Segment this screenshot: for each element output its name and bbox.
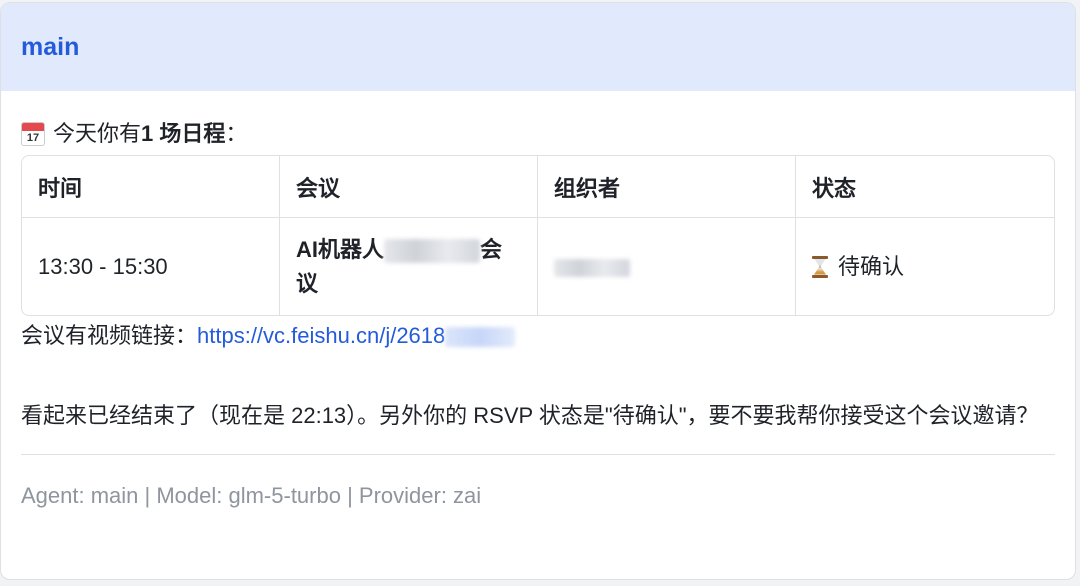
assistant-message: 看起来已经结束了（现在是 22:13）。另外你的 RSVP 状态是"待确认"，要… [21, 403, 1039, 428]
video-link[interactable]: https://vc.feishu.cn/j/2618 [197, 323, 445, 348]
redacted-link [445, 327, 516, 348]
table-row: 13:30 - 15:30 AI机器人会议 待确认 [22, 218, 1054, 315]
column-header-time: 时间 [22, 156, 280, 218]
cell-organizer [538, 218, 796, 315]
schedule-intro: 17 今天你有 1 场日程 ： [21, 119, 1055, 149]
card-title: main [21, 32, 80, 61]
schedule-table: 时间 会议 组织者 状态 13:30 - 15:30 AI机器人会议 待确认 [21, 155, 1055, 316]
table-header-row: 时间 会议 组织者 状态 [22, 156, 1054, 218]
video-link-label: 会议有视频链接： [21, 323, 198, 348]
cell-meeting: AI机器人会议 [280, 218, 538, 315]
meeting-name: AI机器人会议 [296, 236, 503, 296]
redacted-text [384, 238, 481, 263]
calendar-icon: 17 [21, 122, 45, 146]
card-header: main [1, 3, 1075, 91]
intro-count: 1 场日程 [141, 121, 226, 146]
column-header-status: 状态 [796, 156, 1054, 218]
column-header-meeting: 会议 [280, 156, 538, 218]
cell-status: 待确认 [796, 218, 1054, 315]
intro-suffix: ： [225, 121, 248, 146]
cell-time: 13:30 - 15:30 [22, 218, 280, 315]
hourglass-icon [812, 255, 828, 278]
column-header-organizer: 组织者 [538, 156, 796, 218]
status-text: 待确认 [838, 253, 905, 279]
message-card: main 17 今天你有 1 场日程 ： 时间 会议 组织者 状态 13:30 … [0, 2, 1076, 580]
intro-prefix: 今天你有 [53, 121, 142, 146]
video-link-line: 会议有视频链接：https://vc.feishu.cn/j/2618 [21, 320, 1055, 352]
agent-footer: Agent: main | Model: glm-5-turbo | Provi… [21, 483, 482, 508]
redacted-organizer [554, 258, 630, 277]
card-body: 17 今天你有 1 场日程 ： 时间 会议 组织者 状态 13:30 - 15:… [1, 119, 1075, 511]
divider [21, 454, 1055, 455]
